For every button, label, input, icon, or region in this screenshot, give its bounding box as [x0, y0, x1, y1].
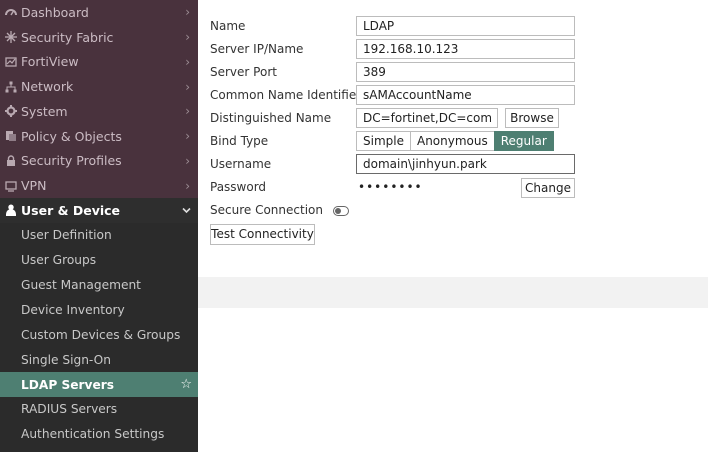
- sidebar-submenu: User Definition User Groups Guest Manage…: [0, 222, 198, 447]
- server-port-input[interactable]: [356, 62, 575, 82]
- sidebar-section-label: User & Device: [21, 202, 121, 218]
- password-masked-value: ••••••••: [358, 180, 423, 194]
- bind-type-simple-option[interactable]: Simple: [356, 131, 411, 151]
- name-input[interactable]: [356, 16, 575, 36]
- bind-type-label: Bind Type: [210, 134, 269, 148]
- star-icon[interactable]: ☆: [180, 377, 192, 392]
- sidebar-item-label: Security Fabric: [21, 29, 114, 45]
- username-label: Username: [210, 157, 272, 171]
- sidebar-item-label: LDAP Servers: [21, 377, 115, 392]
- sidebar-item-label: Custom Devices & Groups: [21, 327, 181, 342]
- chevron-right-icon: ›: [185, 129, 190, 144]
- sidebar-item-network[interactable]: Network ›: [0, 74, 198, 99]
- sidebar-item-policy-objects[interactable]: Policy & Objects ›: [0, 124, 198, 149]
- sidebar-item-label: Security Profiles: [21, 153, 122, 169]
- sidebar-item-user-device[interactable]: User & Device: [0, 198, 198, 223]
- chevron-down-icon: [182, 204, 191, 217]
- browse-button[interactable]: Browse: [505, 108, 559, 128]
- server-ip-label: Server IP/Name: [210, 42, 304, 56]
- sidebar-item-label: Policy & Objects: [21, 128, 122, 144]
- sidebar-item-dashboard[interactable]: Dashboard ›: [0, 0, 198, 25]
- chevron-right-icon: ›: [185, 104, 190, 119]
- password-label: Password: [210, 180, 267, 194]
- server-ip-input[interactable]: [356, 39, 575, 59]
- sidebar-item-label: Dashboard: [21, 4, 89, 20]
- sidebar-item-fortiview[interactable]: FortiView ›: [0, 50, 198, 75]
- bind-type-anonymous-option[interactable]: Anonymous: [409, 131, 495, 151]
- fortiview-icon: [5, 56, 17, 68]
- server-port-label: Server Port: [210, 65, 277, 79]
- sidebar-item-label: RADIUS Servers: [21, 402, 118, 417]
- sidebar-item-security-fabric[interactable]: Security Fabric ›: [0, 25, 198, 50]
- secure-connection-label: Secure Connection: [210, 203, 323, 217]
- toggle-knob: [335, 208, 341, 214]
- ldap-server-form: Name Server IP/Name Server Port Common N…: [198, 0, 708, 452]
- distinguished-name-label: Distinguished Name: [210, 111, 332, 125]
- sidebar-item-label: User Groups: [21, 253, 97, 268]
- sidebar-item-vpn[interactable]: VPN ›: [0, 173, 198, 198]
- change-password-button[interactable]: Change: [521, 178, 575, 198]
- sidebar-item-authentication-settings[interactable]: Authentication Settings: [0, 421, 198, 447]
- user-icon: [5, 204, 17, 217]
- form-footer-bar: [198, 277, 708, 308]
- sidebar-item-label: Network: [21, 79, 74, 95]
- sidebar-main-menu: Dashboard › Security Fabric › FortiView …: [0, 0, 198, 198]
- test-connectivity-button[interactable]: Test Connectivity: [210, 224, 315, 245]
- bind-type-selector: Simple Anonymous Regular: [356, 131, 554, 151]
- distinguished-name-input[interactable]: [356, 108, 498, 128]
- sidebar-item-label: Guest Management: [21, 277, 141, 292]
- sidebar-item-ldap-servers[interactable]: LDAP Servers ☆: [0, 372, 198, 397]
- chevron-right-icon: ›: [185, 79, 190, 94]
- sidebar-item-user-groups[interactable]: User Groups: [0, 247, 198, 273]
- monitor-icon: [5, 180, 17, 192]
- name-label: Name: [210, 19, 246, 33]
- policy-icon: [5, 130, 17, 142]
- sidebar-item-label: Device Inventory: [21, 302, 125, 317]
- cn-identifier-input[interactable]: [356, 85, 575, 105]
- sidebar-item-label: User Definition: [21, 228, 112, 243]
- chevron-right-icon: ›: [185, 178, 190, 193]
- sidebar-item-radius-servers[interactable]: RADIUS Servers: [0, 396, 198, 422]
- sidebar: Dashboard › Security Fabric › FortiView …: [0, 0, 198, 452]
- sidebar-item-device-inventory[interactable]: Device Inventory: [0, 297, 198, 323]
- chevron-right-icon: ›: [185, 5, 190, 20]
- security-fabric-icon: [5, 31, 17, 44]
- username-input[interactable]: [356, 154, 575, 174]
- network-icon: [5, 81, 17, 93]
- sidebar-item-guest-management[interactable]: Guest Management: [0, 272, 198, 298]
- sidebar-item-user-definition[interactable]: User Definition: [0, 222, 198, 248]
- sidebar-item-single-sign-on[interactable]: Single Sign-On: [0, 347, 198, 373]
- sidebar-item-label: FortiView: [21, 54, 79, 70]
- sidebar-item-label: Authentication Settings: [21, 427, 165, 442]
- chevron-right-icon: ›: [185, 54, 190, 69]
- sidebar-item-custom-devices-groups[interactable]: Custom Devices & Groups: [0, 322, 198, 348]
- bind-type-regular-option[interactable]: Regular: [493, 131, 554, 151]
- sidebar-item-system[interactable]: System ›: [0, 99, 198, 124]
- cn-identifier-label: Common Name Identifier: [210, 88, 362, 102]
- chevron-right-icon: ›: [185, 30, 190, 45]
- secure-connection-toggle[interactable]: [333, 206, 349, 216]
- gear-icon: [5, 105, 17, 118]
- sidebar-item-label: System: [21, 103, 68, 119]
- sidebar-item-label: Single Sign-On: [21, 352, 111, 367]
- dashboard-icon: [5, 6, 17, 18]
- sidebar-item-label: VPN: [21, 178, 47, 194]
- chevron-right-icon: ›: [185, 153, 190, 168]
- sidebar-item-security-profiles[interactable]: Security Profiles ›: [0, 149, 198, 174]
- lock-icon: [5, 155, 17, 167]
